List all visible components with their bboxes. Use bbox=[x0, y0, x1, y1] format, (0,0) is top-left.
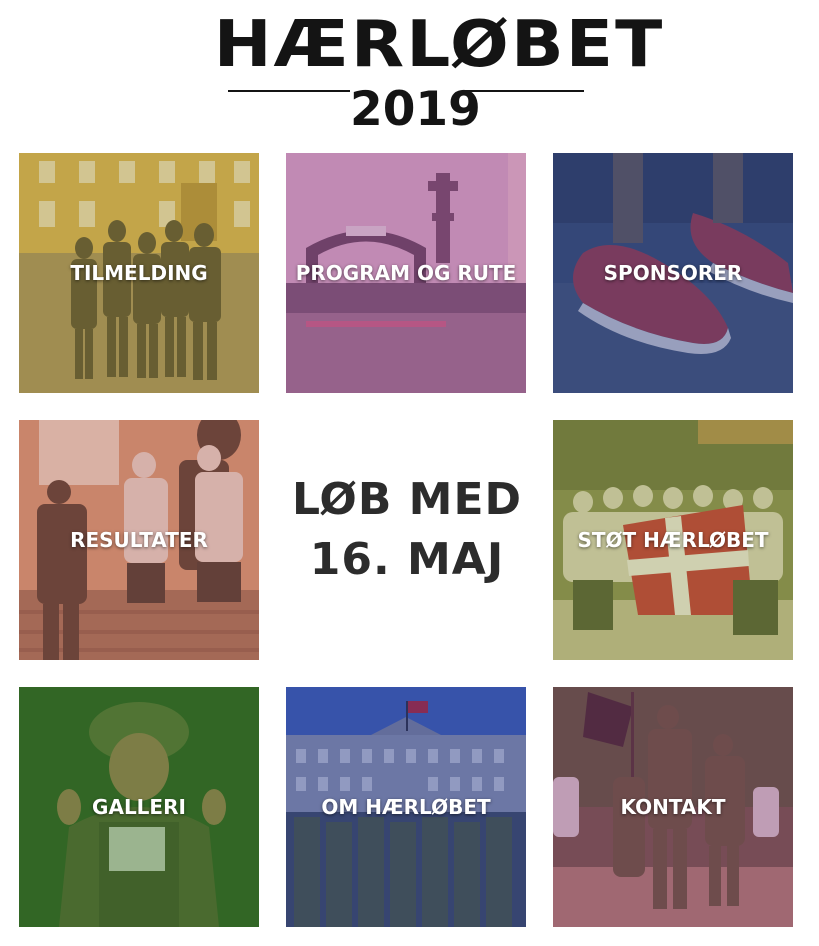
tile-om-haerlobet[interactable]: OM HÆRLØBET bbox=[286, 687, 526, 927]
event-date-line-2: 16. MAJ bbox=[309, 534, 505, 585]
tile-stot-haerlobet[interactable]: STØT HÆRLØBET bbox=[553, 420, 793, 660]
event-date-line-1: LØB MED bbox=[291, 474, 523, 525]
tile-resultater[interactable]: RESULTATER bbox=[19, 420, 259, 660]
event-date-text: LØB MED 16. MAJ bbox=[287, 470, 527, 610]
tile-sponsorer[interactable]: SPONSORER bbox=[553, 153, 793, 393]
logo-title: HÆRLØBET bbox=[213, 8, 665, 82]
tile-label: TILMELDING bbox=[70, 261, 208, 285]
tile-label: GALLERI bbox=[92, 795, 186, 819]
logo[interactable]: HÆRLØBET 2019 bbox=[0, 0, 819, 145]
tile-galleri[interactable]: GALLERI bbox=[19, 687, 259, 927]
tile-label: RESULTATER bbox=[70, 528, 208, 552]
tile-label: PROGRAM OG RUTE bbox=[295, 261, 517, 285]
tile-program-og-rute[interactable]: PROGRAM OG RUTE bbox=[286, 153, 526, 393]
logo-divider-left bbox=[228, 90, 350, 92]
tile-tilmelding[interactable]: TILMELDING bbox=[19, 153, 259, 393]
tile-label: STØT HÆRLØBET bbox=[577, 528, 769, 552]
tile-label: OM HÆRLØBET bbox=[321, 795, 491, 819]
logo-year: 2019 bbox=[350, 82, 481, 137]
tile-label: KONTAKT bbox=[620, 795, 726, 819]
tile-kontakt[interactable]: KONTAKT bbox=[553, 687, 793, 927]
logo-divider-right bbox=[463, 90, 584, 92]
tile-label: SPONSORER bbox=[603, 261, 743, 285]
